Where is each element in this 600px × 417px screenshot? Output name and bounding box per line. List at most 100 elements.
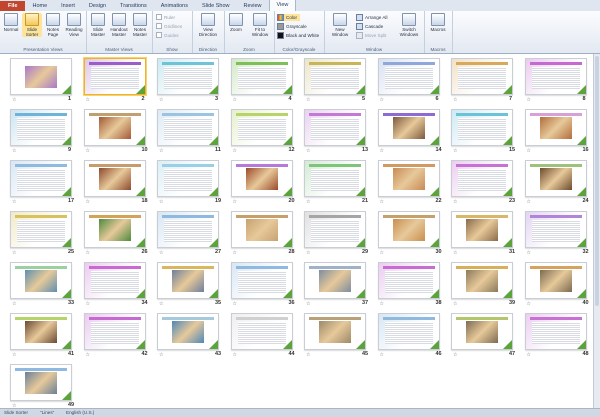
guides-checkbox[interactable]: Guides — [156, 32, 179, 38]
slide-thumbnail[interactable]: ☆ 40 — [523, 262, 595, 312]
slide-preview — [157, 58, 219, 95]
move-split-button[interactable]: Move Split — [356, 32, 386, 39]
zoom-button[interactable]: Zoom — [226, 13, 246, 32]
slide-thumbnail[interactable]: ☆ 42 — [82, 313, 154, 363]
tab-animations[interactable]: Animations — [154, 1, 195, 11]
slide-thumbnail[interactable]: ☆ 30 — [376, 211, 448, 261]
slide-thumbnail[interactable]: ☆ 35 — [155, 262, 227, 312]
slide-master-icon — [91, 13, 105, 26]
slide-thumbnail[interactable]: ☆ 6 — [376, 58, 448, 108]
slide-title-band — [15, 368, 67, 371]
slide-thumbnail[interactable]: ☆ 15 — [449, 109, 521, 159]
slide-thumbnail[interactable]: ☆ 34 — [82, 262, 154, 312]
new-window-button[interactable]: New Window — [328, 13, 352, 37]
scrollbar-thumb[interactable] — [595, 56, 599, 306]
fit-to-window-button[interactable]: Fit to Window — [248, 13, 272, 37]
grayscale-button[interactable]: Grayscale — [277, 23, 307, 30]
slide-thumbnail[interactable]: ☆ 37 — [302, 262, 374, 312]
slide-thumbnail[interactable]: ☆ 20 — [229, 160, 301, 210]
tab-insert[interactable]: Insert — [54, 1, 82, 11]
slide-thumbnail[interactable]: ☆ 4 — [229, 58, 301, 108]
corner-accent-icon — [62, 85, 71, 94]
slide-thumbnail[interactable]: ☆ 45 — [302, 313, 374, 363]
slide-thumbnail[interactable]: ☆ 36 — [229, 262, 301, 312]
transition-star-icon: ☆ — [85, 199, 90, 205]
slide-thumbnail[interactable]: ☆ 33 — [8, 262, 80, 312]
slide-thumbnail[interactable]: ☆ 21 — [302, 160, 374, 210]
slide-preview — [83, 160, 146, 197]
slide-thumbnail[interactable]: ☆ 18 — [82, 160, 154, 210]
slide-thumbnail[interactable]: ☆ 47 — [449, 313, 521, 363]
slide-thumbnail[interactable]: ☆ 31 — [449, 211, 521, 261]
reading-view-button[interactable]: Reading View — [64, 13, 84, 37]
slide-thumbnail[interactable]: ☆ 27 — [155, 211, 227, 261]
slide-thumbnail[interactable]: ☆ 26 — [82, 211, 154, 261]
slide-thumbnail[interactable]: ☆ 19 — [155, 160, 227, 210]
slide-number: 3 — [215, 96, 219, 102]
slide-sorter-button[interactable]: Slide Sorter — [22, 13, 42, 37]
slide-thumbnail[interactable]: ☆ 13 — [302, 109, 374, 159]
switch-windows-button[interactable]: Switch Windows — [396, 13, 422, 37]
black-and-white-button[interactable]: Black and White — [277, 32, 319, 39]
slide-thumbnail[interactable]: ☆ 11 — [155, 109, 227, 159]
notes-master-label: Notes Master — [132, 27, 148, 37]
slide-number: 29 — [362, 249, 369, 255]
color-button[interactable]: Color — [277, 14, 300, 21]
tab-file[interactable]: File — [0, 1, 26, 11]
slide-thumbnail[interactable]: ☆ 44 — [229, 313, 301, 363]
tab-view[interactable]: View — [268, 0, 297, 11]
slide-number: 33 — [68, 300, 75, 306]
slide-sorter-area[interactable]: ☆ 1 ☆ 2 ☆ 3 ☆ 4 ☆ 5 ☆ 6 ☆ 7 ☆ 8 ☆ 9 ☆ 10 ☆ 11 ☆ 12 ☆ 13 ☆ 14 ☆ 15 ☆ 16 ☆… — [0, 54, 594, 408]
macros-icon — [431, 13, 445, 26]
slide-thumbnail[interactable]: ☆ 25 — [8, 211, 80, 261]
view-direction-button[interactable]: View Direction — [195, 13, 221, 37]
slide-title-band — [382, 113, 435, 116]
slide-thumbnail[interactable]: ☆ 49 — [8, 364, 80, 408]
vertical-scrollbar[interactable] — [593, 54, 600, 408]
slide-thumbnail[interactable]: ☆ 9 — [8, 109, 80, 159]
slide-thumbnail[interactable]: ☆ 22 — [376, 160, 448, 210]
slide-thumbnail[interactable]: ☆ 48 — [523, 313, 595, 363]
slide-thumbnail[interactable]: ☆ 16 — [523, 109, 595, 159]
slide-thumbnail[interactable]: ☆ 32 — [523, 211, 595, 261]
slide-thumbnail[interactable]: ☆ 29 — [302, 211, 374, 261]
slide-thumbnail[interactable]: ☆ 10 — [82, 109, 154, 159]
slide-thumbnail[interactable]: ☆ 14 — [376, 109, 448, 159]
slide-title-band — [15, 317, 67, 320]
slide-thumbnail[interactable]: ☆ 12 — [229, 109, 301, 159]
slide-master-button[interactable]: Slide Master — [88, 13, 108, 37]
slide-thumbnail[interactable]: ☆ 43 — [155, 313, 227, 363]
normal-button[interactable]: Normal — [1, 13, 21, 32]
corner-accent-icon — [576, 340, 586, 349]
tab-review[interactable]: Review — [237, 1, 269, 11]
arrange-all-button[interactable]: Arrange All — [356, 14, 387, 21]
gridlines-checkbox[interactable]: Gridlines — [156, 23, 182, 29]
macros-button[interactable]: Macros — [428, 13, 448, 32]
slide-thumbnail[interactable]: ☆ 41 — [8, 313, 80, 363]
handout-master-button[interactable]: Handout Master — [109, 13, 129, 37]
transition-star-icon: ☆ — [306, 250, 311, 256]
slide-thumbnail[interactable]: ☆ 24 — [523, 160, 595, 210]
slide-thumbnail[interactable]: ☆ 8 — [523, 58, 595, 108]
tab-design[interactable]: Design — [82, 1, 113, 11]
slide-thumbnail[interactable]: ☆ 28 — [229, 211, 301, 261]
slide-thumbnail[interactable]: ☆ 46 — [376, 313, 448, 363]
slide-number: 15 — [509, 147, 516, 153]
slide-thumbnail[interactable]: ☆ 3 — [155, 58, 227, 108]
tab-transitions[interactable]: Transitions — [113, 1, 154, 11]
slide-thumbnail[interactable]: ☆ 2 — [82, 58, 154, 108]
notes-page-button[interactable]: Notes Page — [43, 13, 63, 37]
slide-photo — [319, 270, 351, 292]
tab-home[interactable]: Home — [25, 1, 54, 11]
ruler-checkbox[interactable]: Ruler — [156, 14, 175, 20]
cascade-button[interactable]: Cascade — [356, 23, 383, 30]
slide-thumbnail[interactable]: ☆ 23 — [449, 160, 521, 210]
slide-thumbnail[interactable]: ☆ 39 — [449, 262, 521, 312]
notes-master-button[interactable]: Notes Master — [130, 13, 150, 37]
slide-thumbnail[interactable]: ☆ 7 — [449, 58, 521, 108]
slide-thumbnail[interactable]: ☆ 17 — [8, 160, 80, 210]
tab-slide-show[interactable]: Slide Show — [195, 1, 237, 11]
slide-thumbnail[interactable]: ☆ 38 — [376, 262, 448, 312]
slide-thumbnail[interactable]: ☆ 1 — [8, 58, 80, 108]
slide-thumbnail[interactable]: ☆ 5 — [302, 58, 374, 108]
